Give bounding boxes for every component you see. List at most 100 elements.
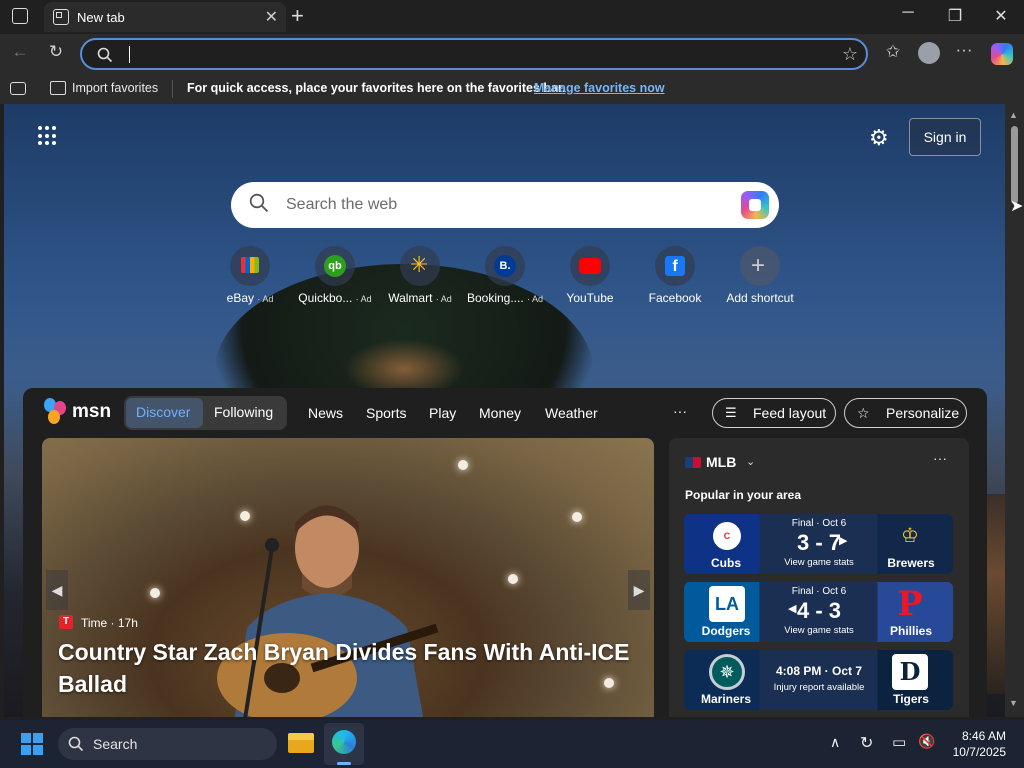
game-status: Final · Oct 6 <box>791 586 847 597</box>
scroll-up-icon[interactable]: ▲ <box>1009 110 1018 120</box>
shortcut-label: eBay <box>226 291 254 305</box>
feed-layout-label: Feed layout <box>753 405 827 421</box>
story-headline[interactable]: Country Star Zach Bryan Divides Fans Wit… <box>58 636 638 700</box>
chevron-down-icon[interactable]: ⌄ <box>746 455 755 468</box>
mlb-title[interactable]: MLB <box>706 454 736 470</box>
injury-report-link[interactable]: Injury report available <box>764 682 874 693</box>
apps-launcher-icon[interactable] <box>38 126 58 146</box>
manage-favorites-link[interactable]: Manage favorites now <box>534 81 665 95</box>
view-game-stats-link[interactable]: View game stats <box>764 625 874 636</box>
shortcut-youtube[interactable]: YouTube <box>547 246 633 305</box>
shortcut-add[interactable]: + Add shortcut <box>717 246 803 305</box>
sync-icon[interactable]: ↻ <box>860 733 873 753</box>
shortcut-label: Quickbo... <box>298 291 353 305</box>
title-bar: New tab ✕ + ─ ❐ ✕ <box>0 0 1024 34</box>
more-options-icon[interactable]: ··· <box>951 40 977 60</box>
clock-date: 10/7/2025 <box>952 745 1006 759</box>
nav-money[interactable]: Money <box>479 405 521 421</box>
next-story-icon[interactable]: ▶ <box>628 570 650 610</box>
string-light <box>572 512 582 522</box>
tigers-logo-icon: D <box>892 654 928 690</box>
feed-layout-button[interactable]: ☰ Feed layout <box>712 398 836 428</box>
sparkle-icon: ☆ <box>857 405 870 421</box>
newtab-favicon-icon <box>53 9 69 25</box>
booking-icon: B. <box>485 246 525 286</box>
shortcut-quickbooks[interactable]: qb Quickbo... · Ad <box>292 246 378 305</box>
copilot-icon[interactable] <box>991 43 1013 65</box>
winner-arrow-icon: ▶ <box>839 535 848 547</box>
tab-actions-icon[interactable] <box>12 8 28 24</box>
favorite-star-icon[interactable]: ☆ <box>842 44 858 65</box>
previous-story-icon[interactable]: ◀ <box>46 570 68 610</box>
tab-following[interactable]: Following <box>214 404 273 420</box>
brewers-logo-icon: ♔ <box>892 518 928 554</box>
hero-story-card[interactable]: ◀ ▶ T Time · 17h Country Star Zach Bryan… <box>42 438 654 717</box>
address-caret <box>129 46 130 63</box>
scroll-thumb[interactable] <box>1011 126 1018 204</box>
display-icon[interactable]: ▭ <box>892 733 906 751</box>
search-input[interactable]: Search the web <box>286 196 397 214</box>
shortcut-ebay[interactable]: eBay · Ad <box>207 246 293 305</box>
ad-badge: · Ad <box>257 294 274 304</box>
nav-play[interactable]: Play <box>429 405 456 421</box>
refresh-icon[interactable]: ↻ <box>43 42 69 62</box>
nav-weather[interactable]: Weather <box>545 405 598 421</box>
more-nav-icon[interactable]: ··· <box>673 403 687 419</box>
favorites-bar: Import favorites For quick access, place… <box>0 74 1024 104</box>
import-favorites-link[interactable]: Import favorites <box>72 81 158 95</box>
gear-icon[interactable]: ⚙ <box>869 125 889 151</box>
game-row-mariners-tigers[interactable]: ✵ Mariners 4:08 PM · Oct 7 Injury report… <box>684 650 953 710</box>
game-status: Final · Oct 6 <box>791 518 847 529</box>
game-row-cubs-brewers[interactable]: C Cubs Final · Oct 6 3 - 7 ▶ View game s… <box>684 514 953 574</box>
copilot-search-icon[interactable] <box>741 191 769 219</box>
personalize-button[interactable]: ☆ Personalize <box>844 398 967 428</box>
card-more-icon[interactable]: ··· <box>933 450 947 466</box>
view-game-stats-link[interactable]: View game stats <box>764 557 874 568</box>
close-window-icon[interactable]: ✕ <box>986 6 1016 26</box>
phillies-logo-icon: P <box>897 584 923 624</box>
scroll-down-icon[interactable]: ▼ <box>1009 698 1018 708</box>
search-icon <box>68 736 84 752</box>
dodgers-logo-icon: LA <box>709 586 745 622</box>
back-icon[interactable]: ← <box>7 42 33 62</box>
ad-badge: · Ad <box>355 294 372 304</box>
system-clock[interactable]: 8:46 AM 10/7/2025 <box>946 728 1006 760</box>
edge-icon <box>332 730 356 754</box>
team-name: Mariners <box>700 692 752 706</box>
new-tab-icon[interactable]: + <box>291 3 304 29</box>
chevron-up-icon[interactable]: ∧ <box>830 734 840 751</box>
youtube-icon <box>570 246 610 286</box>
sound-muted-icon[interactable]: 🔇 <box>918 733 935 750</box>
file-explorer-icon[interactable] <box>288 733 314 753</box>
nav-news[interactable]: News <box>308 405 343 421</box>
tab-discover[interactable]: Discover <box>136 404 190 420</box>
windows-start-icon[interactable] <box>21 733 43 755</box>
msn-feed: msn Discover Following News Sports Play … <box>23 388 987 717</box>
facebook-icon: f <box>655 246 695 286</box>
web-search-box[interactable]: Search the web <box>231 182 779 228</box>
game-row-dodgers-phillies[interactable]: LA Dodgers Final · Oct 6 ◀ 4 - 3 View ga… <box>684 582 953 642</box>
tab-new-tab[interactable]: New tab ✕ <box>44 2 286 32</box>
close-tab-icon[interactable]: ✕ <box>265 7 278 27</box>
nav-sports[interactable]: Sports <box>366 405 406 421</box>
shortcut-label: Walmart <box>388 291 433 305</box>
sign-in-button[interactable]: Sign in <box>909 118 981 156</box>
minimize-icon[interactable]: ─ <box>893 4 923 22</box>
profile-avatar-icon[interactable] <box>918 42 940 64</box>
walmart-icon: ✳ <box>400 246 440 286</box>
shortcut-booking[interactable]: B. Booking.... · Ad <box>462 246 548 305</box>
clock-time: 8:46 AM <box>961 729 1006 743</box>
shortcut-facebook[interactable]: f Facebook <box>632 246 718 305</box>
address-bar[interactable]: ☆ <box>80 38 868 70</box>
sidebar-toggle-icon[interactable] <box>10 82 26 95</box>
cubs-logo-icon: C <box>709 518 745 554</box>
restore-icon[interactable]: ❐ <box>940 6 970 26</box>
msn-logo[interactable]: msn <box>44 398 114 426</box>
mlb-scores-card: MLB ⌄ ··· Popular in your area C Cubs Fi… <box>669 438 969 717</box>
team-name: Tigers <box>893 692 929 706</box>
taskbar-search[interactable]: Search <box>58 728 277 760</box>
popular-label: Popular in your area <box>685 488 802 502</box>
shortcut-label: Booking.... <box>466 291 524 305</box>
favorites-icon[interactable]: ✩ <box>880 42 906 62</box>
shortcut-walmart[interactable]: ✳ Walmart · Ad <box>377 246 463 305</box>
